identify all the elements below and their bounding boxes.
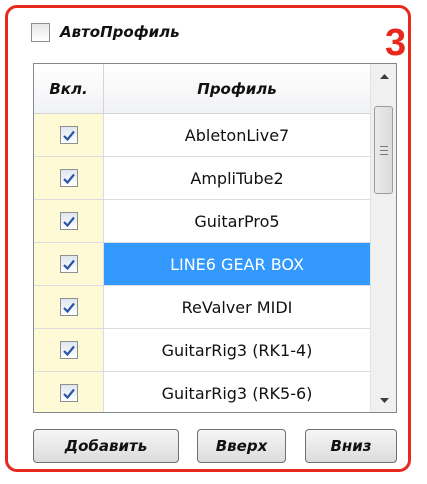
enabled-cell (34, 200, 104, 242)
profile-name-cell[interactable]: GuitarRig3 (RK5-6) (104, 372, 370, 412)
table-row[interactable]: GuitarRig3 (RK1-4) (34, 329, 370, 372)
profile-name-cell[interactable]: GuitarPro5 (104, 200, 370, 242)
table-rows: AbletonLive7 AmpliTube2 GuitarPro5 LINE6 GE… (34, 114, 370, 412)
table-row[interactable]: AbletonLive7 (34, 114, 370, 157)
table-row[interactable]: GuitarRig3 (RK5-6) (34, 372, 370, 412)
scroll-down-button[interactable] (371, 388, 396, 412)
profile-name-cell[interactable]: AbletonLive7 (104, 114, 370, 156)
enabled-checkbox[interactable] (59, 298, 78, 316)
scroll-thumb[interactable] (374, 106, 393, 194)
check-icon (62, 345, 75, 356)
column-header-enabled[interactable]: Вкл. (34, 64, 104, 113)
check-icon (62, 302, 75, 313)
check-icon (62, 216, 75, 227)
check-icon (62, 259, 75, 270)
table-row[interactable]: ReValver MIDI (34, 286, 370, 329)
step-number-badge: 3 (385, 22, 407, 64)
table-row[interactable]: LINE6 GEAR BOX (34, 243, 370, 286)
column-header-profile[interactable]: Профиль (104, 64, 370, 113)
enabled-cell (34, 243, 104, 285)
enabled-checkbox[interactable] (59, 384, 78, 402)
enabled-checkbox[interactable] (59, 169, 78, 187)
table-header: Вкл. Профиль (34, 64, 370, 114)
arrow-up-icon (379, 73, 389, 79)
auto-profile-checkbox[interactable] (31, 22, 50, 42)
enabled-cell (34, 114, 104, 156)
table-row[interactable]: GuitarPro5 (34, 200, 370, 243)
profile-name-cell[interactable]: GuitarRig3 (RK1-4) (104, 329, 370, 371)
profile-name-cell[interactable]: AmpliTube2 (104, 157, 370, 199)
grip-icon (379, 145, 388, 155)
enabled-cell (34, 329, 104, 371)
profile-name-cell[interactable]: ReValver MIDI (104, 286, 370, 328)
enabled-checkbox[interactable] (59, 126, 78, 144)
enabled-checkbox[interactable] (59, 255, 78, 273)
enabled-cell (34, 286, 104, 328)
table-row[interactable]: AmpliTube2 (34, 157, 370, 200)
scroll-up-button[interactable] (371, 64, 396, 88)
profile-name-cell[interactable]: LINE6 GEAR BOX (104, 243, 370, 285)
move-down-button[interactable]: Вниз (305, 429, 397, 463)
enabled-checkbox[interactable] (59, 341, 78, 359)
check-icon (62, 388, 75, 399)
enabled-cell (34, 372, 104, 412)
auto-profile-row[interactable]: АвтоПрофиль (31, 21, 180, 43)
check-icon (62, 173, 75, 184)
auto-profile-label: АвтоПрофиль (60, 23, 180, 41)
check-icon (62, 130, 75, 141)
add-button[interactable]: Добавить (33, 429, 179, 463)
vertical-scrollbar[interactable] (370, 64, 396, 412)
enabled-cell (34, 157, 104, 199)
move-up-button[interactable]: Вверх (197, 429, 286, 463)
enabled-checkbox[interactable] (59, 212, 78, 230)
arrow-down-icon (379, 397, 389, 403)
profile-table: Вкл. Профиль AbletonLive7 AmpliTube2 Guita… (33, 63, 397, 413)
